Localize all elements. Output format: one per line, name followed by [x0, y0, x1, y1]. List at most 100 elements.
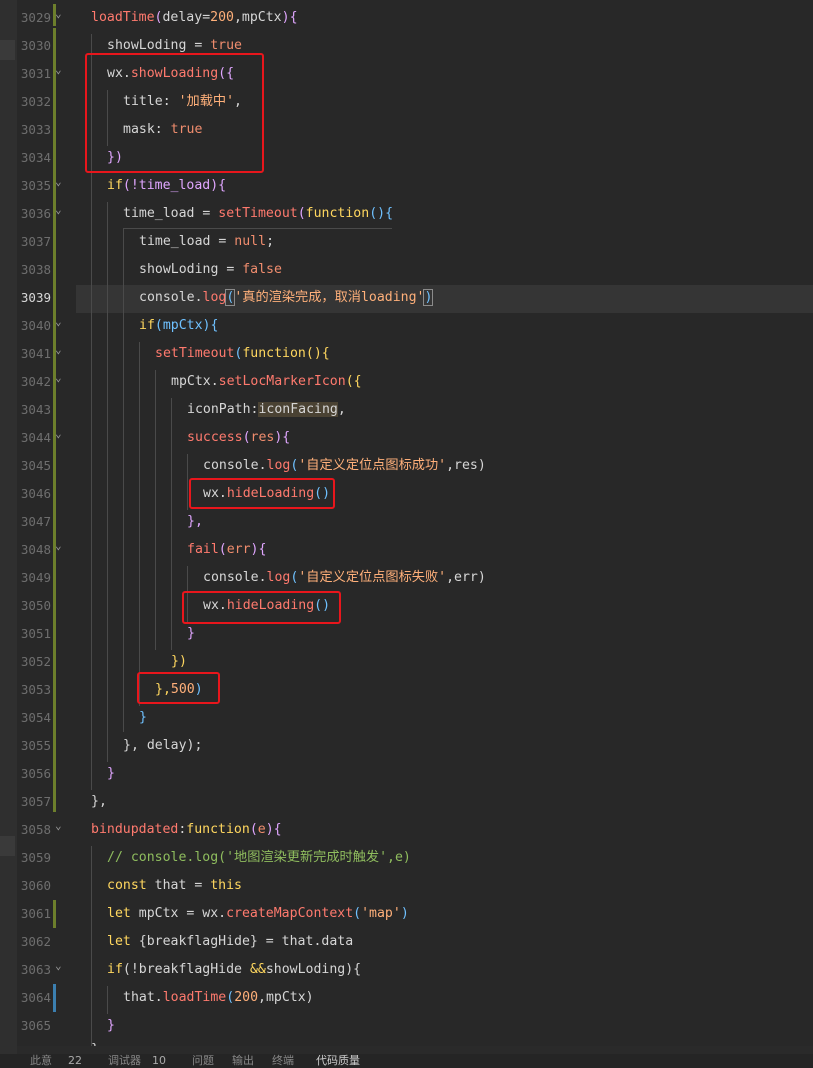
- fold-chevron-icon[interactable]: ⌄: [55, 960, 67, 972]
- fold-chevron-icon[interactable]: ⌄: [55, 204, 67, 216]
- code-line-3044: success(res){: [187, 424, 290, 452]
- code-token: this: [210, 878, 242, 893]
- code-token: function: [186, 822, 250, 837]
- line-number: 3060: [20, 878, 51, 893]
- code-token: if: [139, 318, 155, 333]
- code-line-3055: }, delay);: [123, 732, 202, 760]
- fold-chevron-icon[interactable]: ⌄: [55, 8, 67, 20]
- code-line-3051: }: [187, 620, 195, 648]
- code-token: (){: [305, 346, 330, 361]
- indent-guide: [107, 986, 108, 1014]
- code-line-3056: }: [107, 760, 115, 788]
- code-token: ,: [337, 402, 346, 417]
- code-token: (!breakflagHide: [122, 962, 250, 977]
- modified-bar: [53, 900, 56, 928]
- code-line-3045: console.log('自定义定位点图标成功',res): [203, 452, 486, 480]
- code-line-3058: bindupdated:function(e){: [91, 816, 282, 844]
- line-number: 3034: [20, 150, 51, 165]
- code-line-3039: console.log('真的渲染完成，取消loading'): [139, 284, 434, 312]
- code-token: log: [266, 458, 291, 473]
- line-number: 3041: [20, 346, 51, 361]
- code-line-3042: mpCtx.setLocMarkerIcon({: [171, 368, 362, 396]
- fold-chevron-icon[interactable]: ⌄: [55, 428, 67, 440]
- line-number: 3049: [20, 570, 51, 585]
- code-token: =: [202, 10, 211, 25]
- indent-guide: [107, 202, 108, 762]
- code-token: loadTime: [162, 990, 227, 1005]
- code-token: loadTime: [91, 10, 155, 25]
- code-line-3062: let {breakflagHide} = that.data: [107, 928, 353, 956]
- panel-tab-output[interactable]: 输出: [232, 1054, 254, 1068]
- fold-chevron-icon[interactable]: ⌄: [55, 344, 67, 356]
- fold-chevron-icon[interactable]: ⌄: [55, 64, 67, 76]
- code-token: =: [186, 38, 211, 53]
- code-token: mpCtx = wx.: [130, 906, 227, 921]
- code-token: false: [242, 262, 282, 277]
- code-token: },: [187, 514, 203, 529]
- code-token: }: [139, 710, 147, 725]
- code-token: console.: [139, 290, 203, 305]
- panel-tab-terminal[interactable]: 终端: [272, 1054, 294, 1068]
- code-token: function: [242, 346, 306, 361]
- line-number: 3030: [20, 38, 51, 53]
- code-line-3038: showLoding = false: [139, 256, 282, 284]
- fold-chevron-icon[interactable]: ⌄: [55, 820, 67, 832]
- code-token: setTimeout: [155, 346, 235, 361]
- fold-chevron-icon[interactable]: ⌄: [55, 372, 67, 384]
- code-token: ){: [265, 822, 282, 837]
- modified-bar: [53, 984, 56, 1012]
- code-token: &&: [249, 962, 266, 977]
- code-token: showLoding){: [265, 962, 362, 977]
- code-token: ,mpCtx): [258, 990, 314, 1005]
- code-line-3060: const that = this: [107, 872, 242, 900]
- panel-tab-badge: 22: [68, 1054, 82, 1067]
- code-token: let: [107, 906, 131, 921]
- panel-tab-problems[interactable]: 问题: [192, 1054, 214, 1068]
- code-line-3041: setTimeout(function(){: [155, 340, 330, 368]
- code-token: (: [353, 906, 362, 921]
- panel-tab-debugger[interactable]: 调试器: [108, 1054, 141, 1068]
- panel-tab-label[interactable]: 此意: [30, 1054, 52, 1068]
- code-token: bindupdated: [91, 822, 179, 837]
- fold-chevron-icon[interactable]: ⌄: [55, 316, 67, 328]
- code-token: that.: [123, 990, 163, 1005]
- line-number: 3055: [20, 738, 51, 753]
- panel-tab-code-quality[interactable]: 代码质量: [316, 1054, 360, 1068]
- code-comment: // console.log('地图渲染更新完成时触发',e): [107, 850, 411, 865]
- line-number: 3047: [20, 514, 51, 529]
- code-line-3063: if(!breakflagHide &&showLoding){: [107, 956, 361, 984]
- line-number: 3038: [20, 262, 51, 277]
- annotation-box-hideloading-fail: [182, 591, 341, 624]
- code-token: '真的渲染完成，取消loading': [234, 290, 425, 305]
- code-token: (: [249, 822, 258, 837]
- code-line-3036: time_load = setTimeout(function(){: [123, 200, 393, 228]
- horizontal-scrollbar[interactable]: [17, 1046, 813, 1054]
- fold-chevron-icon[interactable]: ⌄: [55, 540, 67, 552]
- code-token: createMapContext: [226, 906, 354, 921]
- code-token: (: [242, 430, 251, 445]
- code-token: let: [107, 934, 131, 949]
- line-number: 3061: [20, 906, 51, 921]
- code-line-3040: if(mpCtx){: [139, 312, 218, 340]
- code-token: null: [234, 234, 267, 249]
- modified-bar: [53, 28, 56, 812]
- line-number: 3050: [20, 598, 51, 613]
- code-line-3047: },: [187, 508, 203, 536]
- code-token: err: [226, 542, 251, 557]
- code-token: time_load: [139, 234, 211, 249]
- line-number: 3043: [20, 402, 51, 417]
- code-token: ({: [345, 374, 362, 389]
- code-token: ,: [233, 10, 242, 25]
- code-token: const: [107, 878, 147, 893]
- code-line-3066: }: [91, 1036, 99, 1046]
- code-token: '自定义定位点图标失败': [298, 570, 447, 585]
- annotation-box-showloading: [85, 53, 264, 173]
- code-token: =: [218, 262, 243, 277]
- code-line-3061: let mpCtx = wx.createMapContext('map'): [107, 900, 409, 928]
- code-token: e: [257, 822, 266, 837]
- code-token: setTimeout: [218, 206, 298, 221]
- code-token: 200: [234, 990, 259, 1005]
- fold-chevron-icon[interactable]: ⌄: [55, 176, 67, 188]
- code-line-3035: if(!time_load){: [107, 172, 226, 200]
- code-token: console.: [203, 570, 267, 585]
